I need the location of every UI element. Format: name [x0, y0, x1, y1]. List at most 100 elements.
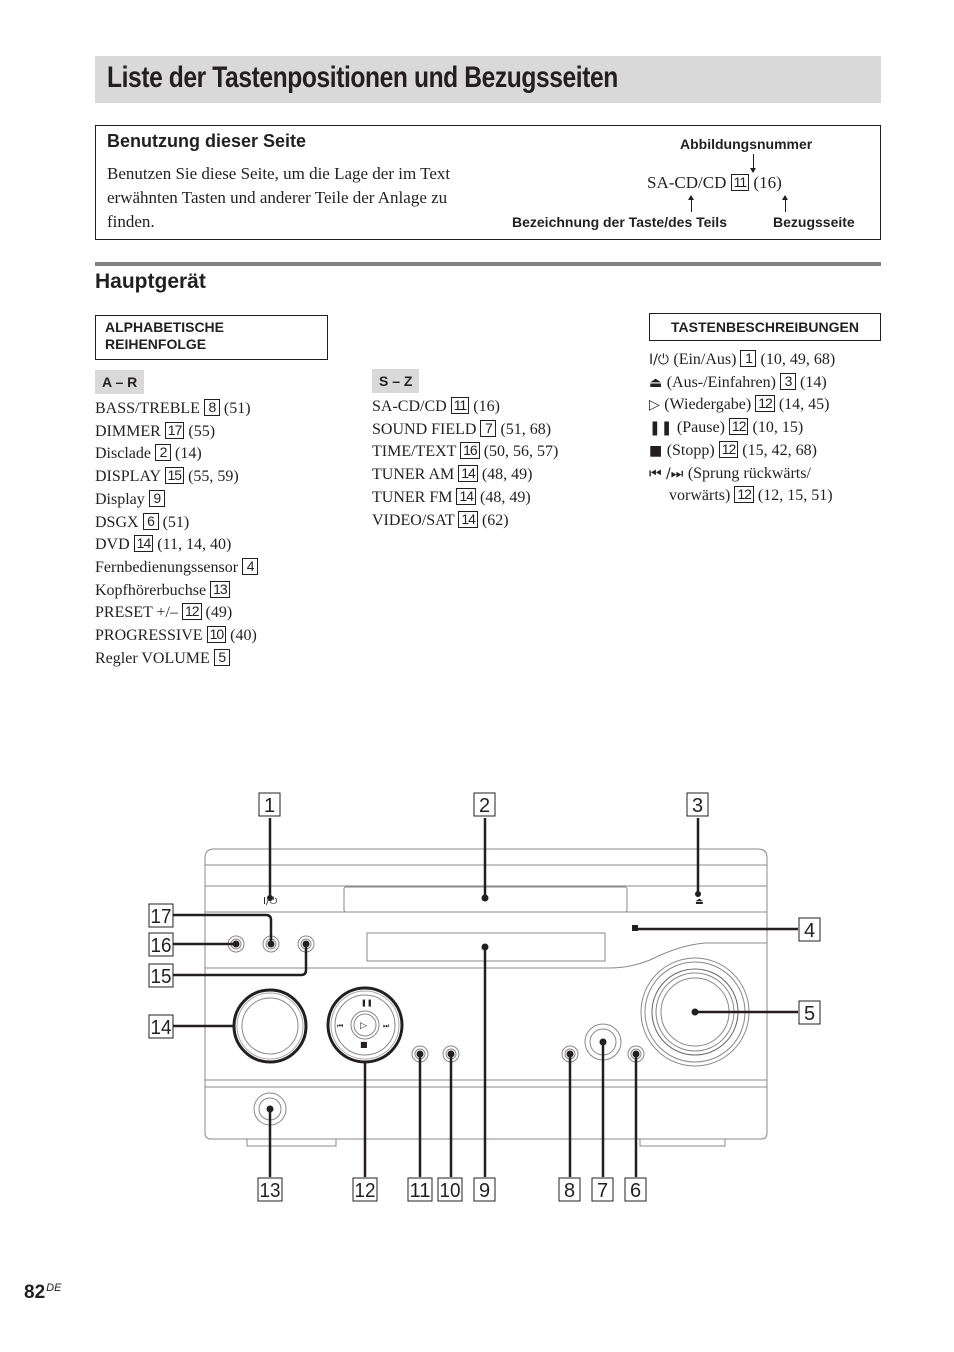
- list-item: DISPLAY 15 (55, 59): [95, 466, 258, 489]
- figure-number: 14: [456, 487, 477, 505]
- item-name: Display: [95, 490, 149, 508]
- figure-number: 5: [213, 648, 230, 666]
- item-name: TUNER FM: [372, 488, 457, 506]
- label-figure-number: Abbildungsnummer: [680, 136, 813, 152]
- list-item: TUNER FM 14 (48, 49): [372, 487, 558, 510]
- item-name: TUNER AM: [372, 466, 459, 484]
- page-number-value: 82: [24, 1282, 46, 1303]
- item-name: Kopfhörerbuchse: [95, 581, 211, 599]
- section-title: Hauptgerät: [95, 270, 206, 293]
- stop-icon: ■: [649, 442, 667, 459]
- reference-pages: (15, 42, 68): [742, 441, 817, 459]
- callout-number-16: 16: [151, 935, 172, 957]
- stop-icon: ■: [360, 1040, 368, 1049]
- pause-icon: ❚❚: [649, 420, 677, 437]
- item-name: DSGX: [95, 513, 143, 531]
- callout-number-13: 13: [260, 1180, 281, 1202]
- list-item: DSGX 6 (51): [95, 512, 258, 535]
- callout-number-14: 14: [151, 1017, 172, 1039]
- page-language-suffix: DE: [46, 1282, 62, 1294]
- reference-pages: (49): [205, 604, 233, 622]
- reference-pages: (12, 15, 51): [757, 487, 833, 505]
- callout-number-5: 5: [804, 1003, 815, 1025]
- figure-number: 15: [164, 467, 185, 485]
- figure-number: 6: [142, 512, 159, 530]
- callout-number-10: 10: [440, 1180, 461, 1202]
- figure-number: 1: [740, 350, 757, 367]
- reference-pages: (48, 49): [481, 466, 533, 484]
- item-name: SOUND FIELD: [372, 420, 481, 438]
- main-unit-diagram: ❚❚ ■ ⏮ ⏭ ▷ I/⏻ ⏏ 1 2 345678910111213141516: [148, 792, 821, 1202]
- callout-number-9: 9: [479, 1180, 490, 1202]
- list-item: ■ (Stopp) 12 (15, 42, 68): [649, 440, 835, 463]
- example-name: SA-CD/CD: [647, 173, 727, 192]
- item-name: Disclade: [95, 445, 155, 463]
- label-part-name: Bezeichnung der Taste/des Teils: [512, 214, 727, 230]
- list-item: ❚❚ (Pause) 12 (10, 15): [649, 417, 835, 440]
- callout-number-3: 3: [692, 795, 703, 817]
- figure-number: 12: [734, 486, 754, 504]
- callout-number-2: 2: [479, 795, 490, 817]
- alphabetical-order-box: ALPHABETISCHE REIHENFOLGE: [95, 315, 328, 360]
- reference-pages: (55): [188, 422, 216, 440]
- list-item: PRESET +/– 12 (49): [95, 602, 258, 625]
- figure-number: 13: [210, 580, 230, 598]
- button-descriptions-box: TASTENBESCHREIBUNGEN: [649, 313, 881, 341]
- item-name: (Stopp): [666, 441, 719, 459]
- list-item: Kopfhörerbuchse 13: [95, 580, 258, 603]
- figure-number: 7: [480, 419, 497, 437]
- usage-text: Benutzen Sie diese Seite, um die Lage de…: [107, 164, 451, 231]
- callout-number-12: 12: [355, 1180, 376, 1202]
- usage-example: SA-CD/CD 11 (16): [647, 173, 782, 193]
- label-ref-page: Bezugsseite: [773, 214, 855, 230]
- reference-pages: (10, 15): [752, 419, 804, 437]
- item-name: DISPLAY: [95, 468, 165, 486]
- next-icon: ⏭: [383, 1022, 390, 1030]
- callout-number-17: 17: [151, 906, 172, 928]
- reference-pages: (14, 45): [778, 396, 830, 414]
- pause-icon: ❚❚: [361, 999, 373, 1007]
- figure-number: 9: [148, 489, 165, 507]
- reference-pages: (40): [230, 627, 257, 645]
- eject-icon: ⏏: [649, 374, 667, 391]
- item-name: TIME/TEXT: [372, 443, 461, 461]
- item-name: DVD: [95, 536, 134, 554]
- list-item: VIDEO/SAT 14 (62): [372, 510, 558, 533]
- list-item: Display 9: [95, 489, 258, 512]
- page-title: Liste der Tastenpositionen und Bezugssei…: [107, 61, 618, 94]
- list-item-continuation: vorwärts) 12 (12, 15, 51): [649, 485, 835, 508]
- section-divider: [95, 262, 881, 266]
- reference-pages: (51): [223, 400, 251, 417]
- item-name: (Sprung rückwärts/: [687, 464, 811, 482]
- play-icon: ▷: [649, 397, 665, 414]
- list-item: PROGRESSIVE 10 (40): [95, 625, 258, 648]
- alpha-list-s-z: SA-CD/CD 11 (16) SOUND FIELD 7 (51, 68) TIME…: [372, 396, 558, 532]
- reference-pages: (55, 59): [188, 468, 239, 486]
- prev-icon: ⏮: [337, 1022, 343, 1030]
- reference-pages: (51): [162, 513, 190, 531]
- callout-number-7: 7: [597, 1180, 608, 1202]
- usage-heading: Benutzung dieser Seite: [107, 131, 307, 151]
- item-name: (Wiedergabe): [664, 396, 756, 414]
- list-item: ⏏ (Aus-/Einfahren) 3 (14): [649, 372, 835, 395]
- reference-pages: (14): [174, 445, 202, 463]
- callout-number-15: 15: [151, 966, 172, 988]
- figure-number: 11: [450, 397, 470, 414]
- list-item: Fernbedienungssensor 4: [95, 557, 259, 580]
- arrow-up-icon: [782, 195, 788, 212]
- alpha-list-a-r: BASS/TREBLE 8 (51) DIMMER 17 (55) Disclade 2…: [95, 398, 259, 670]
- figure-number: 14: [458, 465, 478, 483]
- range-tag-a-r: A – R: [95, 370, 145, 394]
- skip-icon: ⏮ /⏭: [649, 465, 688, 482]
- list-item: TIME/TEXT 16 (50, 56, 57): [372, 441, 558, 464]
- item-name: (Aus-/Einfahren): [666, 373, 780, 391]
- function-knob: [232, 988, 308, 1064]
- reference-pages: (14): [799, 373, 827, 391]
- page-number: 82DE: [24, 1282, 61, 1304]
- reference-pages: (48, 49): [480, 488, 531, 506]
- list-item: DVD 14 (11, 14, 40): [95, 534, 258, 557]
- item-name: SA-CD/CD: [372, 398, 451, 415]
- callout-number-1: 1: [264, 795, 275, 817]
- figure-number: 2: [154, 444, 171, 462]
- figure-number: 12: [718, 440, 739, 458]
